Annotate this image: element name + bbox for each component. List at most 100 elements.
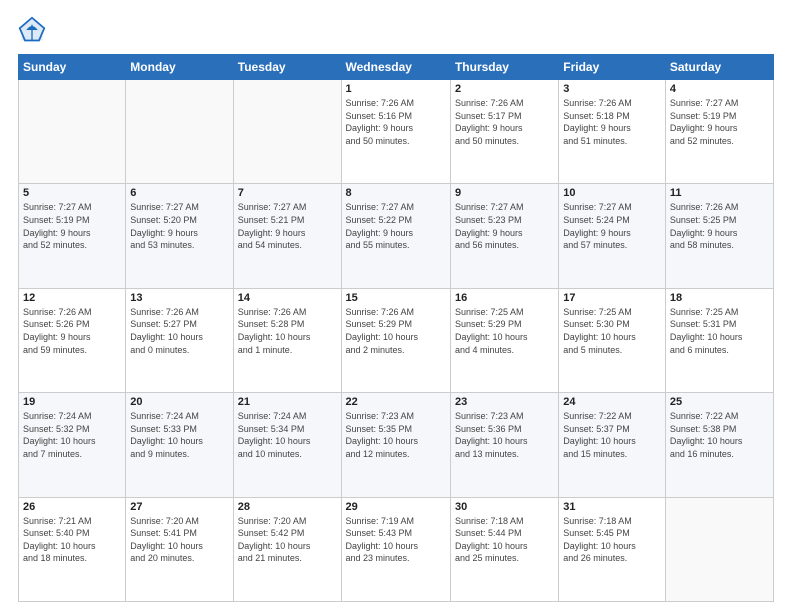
day-info: Sunrise: 7:18 AMSunset: 5:45 PMDaylight:… <box>563 515 661 565</box>
day-number: 13 <box>130 292 228 304</box>
calendar-cell: 8 Sunrise: 7:27 AMSunset: 5:22 PMDaylight… <box>341 184 450 288</box>
day-number: 6 <box>130 187 228 199</box>
day-number: 16 <box>455 292 554 304</box>
calendar-cell: 3Sunrise: 7:26 AMSunset: 5:18 PMDaylight… <box>559 80 666 184</box>
day-info: Sunrise: 7:20 AMSunset: 5:42 PMDaylight:… <box>238 515 337 565</box>
day-info: Sunrise: 7:21 AMSunset: 5:40 PMDaylight:… <box>23 515 121 565</box>
day-number: 9 <box>455 187 554 199</box>
logo <box>18 16 50 44</box>
day-number: 28 <box>238 501 337 513</box>
day-info: Sunrise: 7:23 AMSunset: 5:36 PMDaylight:… <box>455 410 554 460</box>
day-info: Sunrise: 7:25 AMSunset: 5:30 PMDaylight:… <box>563 306 661 356</box>
calendar-cell: 11 Sunrise: 7:26 AMSunset: 5:25 PMDayligh… <box>665 184 773 288</box>
calendar-cell <box>233 80 341 184</box>
day-number: 30 <box>455 501 554 513</box>
calendar-cell: 24 Sunrise: 7:22 AMSunset: 5:37 PMDayligh… <box>559 393 666 497</box>
day-info: Sunrise: 7:26 AMSunset: 5:17 PMDaylight:… <box>455 97 554 147</box>
day-number: 15 <box>346 292 446 304</box>
day-number: 29 <box>346 501 446 513</box>
day-info: Sunrise: 7:26 AMSunset: 5:16 PMDaylight:… <box>346 97 446 147</box>
calendar-cell: 12 Sunrise: 7:26 AMSunset: 5:26 PMDayligh… <box>19 288 126 392</box>
col-header-monday: Monday <box>126 55 233 80</box>
calendar-header-row: SundayMondayTuesdayWednesdayThursdayFrid… <box>19 55 774 80</box>
col-header-friday: Friday <box>559 55 666 80</box>
day-number: 10 <box>563 187 661 199</box>
calendar-table: SundayMondayTuesdayWednesdayThursdayFrid… <box>18 54 774 602</box>
day-number: 11 <box>670 187 769 199</box>
day-number: 21 <box>238 396 337 408</box>
calendar-cell: 9 Sunrise: 7:27 AMSunset: 5:23 PMDaylight… <box>450 184 558 288</box>
calendar-cell: 22 Sunrise: 7:23 AMSunset: 5:35 PMDayligh… <box>341 393 450 497</box>
week-row-2: 5 Sunrise: 7:27 AMSunset: 5:19 PMDaylight… <box>19 184 774 288</box>
day-info: Sunrise: 7:24 AMSunset: 5:33 PMDaylight:… <box>130 410 228 460</box>
logo-icon <box>18 16 46 44</box>
calendar-cell: 28 Sunrise: 7:20 AMSunset: 5:42 PMDayligh… <box>233 497 341 601</box>
day-number: 3 <box>563 83 661 95</box>
day-info: Sunrise: 7:26 AMSunset: 5:25 PMDaylight:… <box>670 201 769 251</box>
calendar-cell <box>19 80 126 184</box>
day-info: Sunrise: 7:22 AMSunset: 5:37 PMDaylight:… <box>563 410 661 460</box>
day-info: Sunrise: 7:27 AMSunset: 5:23 PMDaylight:… <box>455 201 554 251</box>
day-number: 12 <box>23 292 121 304</box>
day-info: Sunrise: 7:27 AMSunset: 5:19 PMDaylight:… <box>23 201 121 251</box>
day-info: Sunrise: 7:27 AMSunset: 5:20 PMDaylight:… <box>130 201 228 251</box>
calendar-cell: 19Sunrise: 7:24 AMSunset: 5:32 PMDayligh… <box>19 393 126 497</box>
day-number: 17 <box>563 292 661 304</box>
day-info: Sunrise: 7:25 AMSunset: 5:31 PMDaylight:… <box>670 306 769 356</box>
week-row-1: 1 Sunrise: 7:26 AMSunset: 5:16 PMDaylight… <box>19 80 774 184</box>
calendar-cell: 2 Sunrise: 7:26 AMSunset: 5:17 PMDaylight… <box>450 80 558 184</box>
calendar-cell: 26 Sunrise: 7:21 AMSunset: 5:40 PMDayligh… <box>19 497 126 601</box>
day-info: Sunrise: 7:26 AMSunset: 5:27 PMDaylight:… <box>130 306 228 356</box>
day-number: 8 <box>346 187 446 199</box>
calendar-cell: 27Sunrise: 7:20 AMSunset: 5:41 PMDayligh… <box>126 497 233 601</box>
header <box>18 16 774 44</box>
day-info: Sunrise: 7:19 AMSunset: 5:43 PMDaylight:… <box>346 515 446 565</box>
day-number: 7 <box>238 187 337 199</box>
calendar-cell: 21 Sunrise: 7:24 AMSunset: 5:34 PMDayligh… <box>233 393 341 497</box>
day-number: 31 <box>563 501 661 513</box>
calendar-cell: 4Sunrise: 7:27 AMSunset: 5:19 PMDaylight… <box>665 80 773 184</box>
calendar-cell <box>126 80 233 184</box>
week-row-4: 19Sunrise: 7:24 AMSunset: 5:32 PMDayligh… <box>19 393 774 497</box>
calendar-cell <box>665 497 773 601</box>
col-header-saturday: Saturday <box>665 55 773 80</box>
col-header-thursday: Thursday <box>450 55 558 80</box>
day-number: 26 <box>23 501 121 513</box>
calendar-cell: 18Sunrise: 7:25 AMSunset: 5:31 PMDayligh… <box>665 288 773 392</box>
calendar-cell: 25Sunrise: 7:22 AMSunset: 5:38 PMDayligh… <box>665 393 773 497</box>
calendar-cell: 13 Sunrise: 7:26 AMSunset: 5:27 PMDayligh… <box>126 288 233 392</box>
day-number: 23 <box>455 396 554 408</box>
day-number: 22 <box>346 396 446 408</box>
calendar-cell: 15 Sunrise: 7:26 AMSunset: 5:29 PMDayligh… <box>341 288 450 392</box>
calendar-cell: 1 Sunrise: 7:26 AMSunset: 5:16 PMDaylight… <box>341 80 450 184</box>
day-number: 24 <box>563 396 661 408</box>
day-info: Sunrise: 7:25 AMSunset: 5:29 PMDaylight:… <box>455 306 554 356</box>
calendar-cell: 31 Sunrise: 7:18 AMSunset: 5:45 PMDayligh… <box>559 497 666 601</box>
day-info: Sunrise: 7:18 AMSunset: 5:44 PMDaylight:… <box>455 515 554 565</box>
day-number: 1 <box>346 83 446 95</box>
week-row-5: 26 Sunrise: 7:21 AMSunset: 5:40 PMDayligh… <box>19 497 774 601</box>
day-info: Sunrise: 7:26 AMSunset: 5:26 PMDaylight:… <box>23 306 121 356</box>
col-header-tuesday: Tuesday <box>233 55 341 80</box>
day-info: Sunrise: 7:23 AMSunset: 5:35 PMDaylight:… <box>346 410 446 460</box>
day-number: 20 <box>130 396 228 408</box>
week-row-3: 12 Sunrise: 7:26 AMSunset: 5:26 PMDayligh… <box>19 288 774 392</box>
day-info: Sunrise: 7:26 AMSunset: 5:29 PMDaylight:… <box>346 306 446 356</box>
day-info: Sunrise: 7:27 AMSunset: 5:22 PMDaylight:… <box>346 201 446 251</box>
day-info: Sunrise: 7:27 AMSunset: 5:21 PMDaylight:… <box>238 201 337 251</box>
day-info: Sunrise: 7:20 AMSunset: 5:41 PMDaylight:… <box>130 515 228 565</box>
day-number: 5 <box>23 187 121 199</box>
day-number: 2 <box>455 83 554 95</box>
calendar-cell: 5 Sunrise: 7:27 AMSunset: 5:19 PMDaylight… <box>19 184 126 288</box>
day-info: Sunrise: 7:22 AMSunset: 5:38 PMDaylight:… <box>670 410 769 460</box>
day-number: 19 <box>23 396 121 408</box>
day-number: 4 <box>670 83 769 95</box>
day-info: Sunrise: 7:26 AMSunset: 5:28 PMDaylight:… <box>238 306 337 356</box>
day-number: 14 <box>238 292 337 304</box>
calendar-cell: 30 Sunrise: 7:18 AMSunset: 5:44 PMDayligh… <box>450 497 558 601</box>
calendar-cell: 16 Sunrise: 7:25 AMSunset: 5:29 PMDayligh… <box>450 288 558 392</box>
col-header-sunday: Sunday <box>19 55 126 80</box>
calendar-cell: 17 Sunrise: 7:25 AMSunset: 5:30 PMDayligh… <box>559 288 666 392</box>
day-info: Sunrise: 7:24 AMSunset: 5:34 PMDaylight:… <box>238 410 337 460</box>
calendar-cell: 14 Sunrise: 7:26 AMSunset: 5:28 PMDayligh… <box>233 288 341 392</box>
